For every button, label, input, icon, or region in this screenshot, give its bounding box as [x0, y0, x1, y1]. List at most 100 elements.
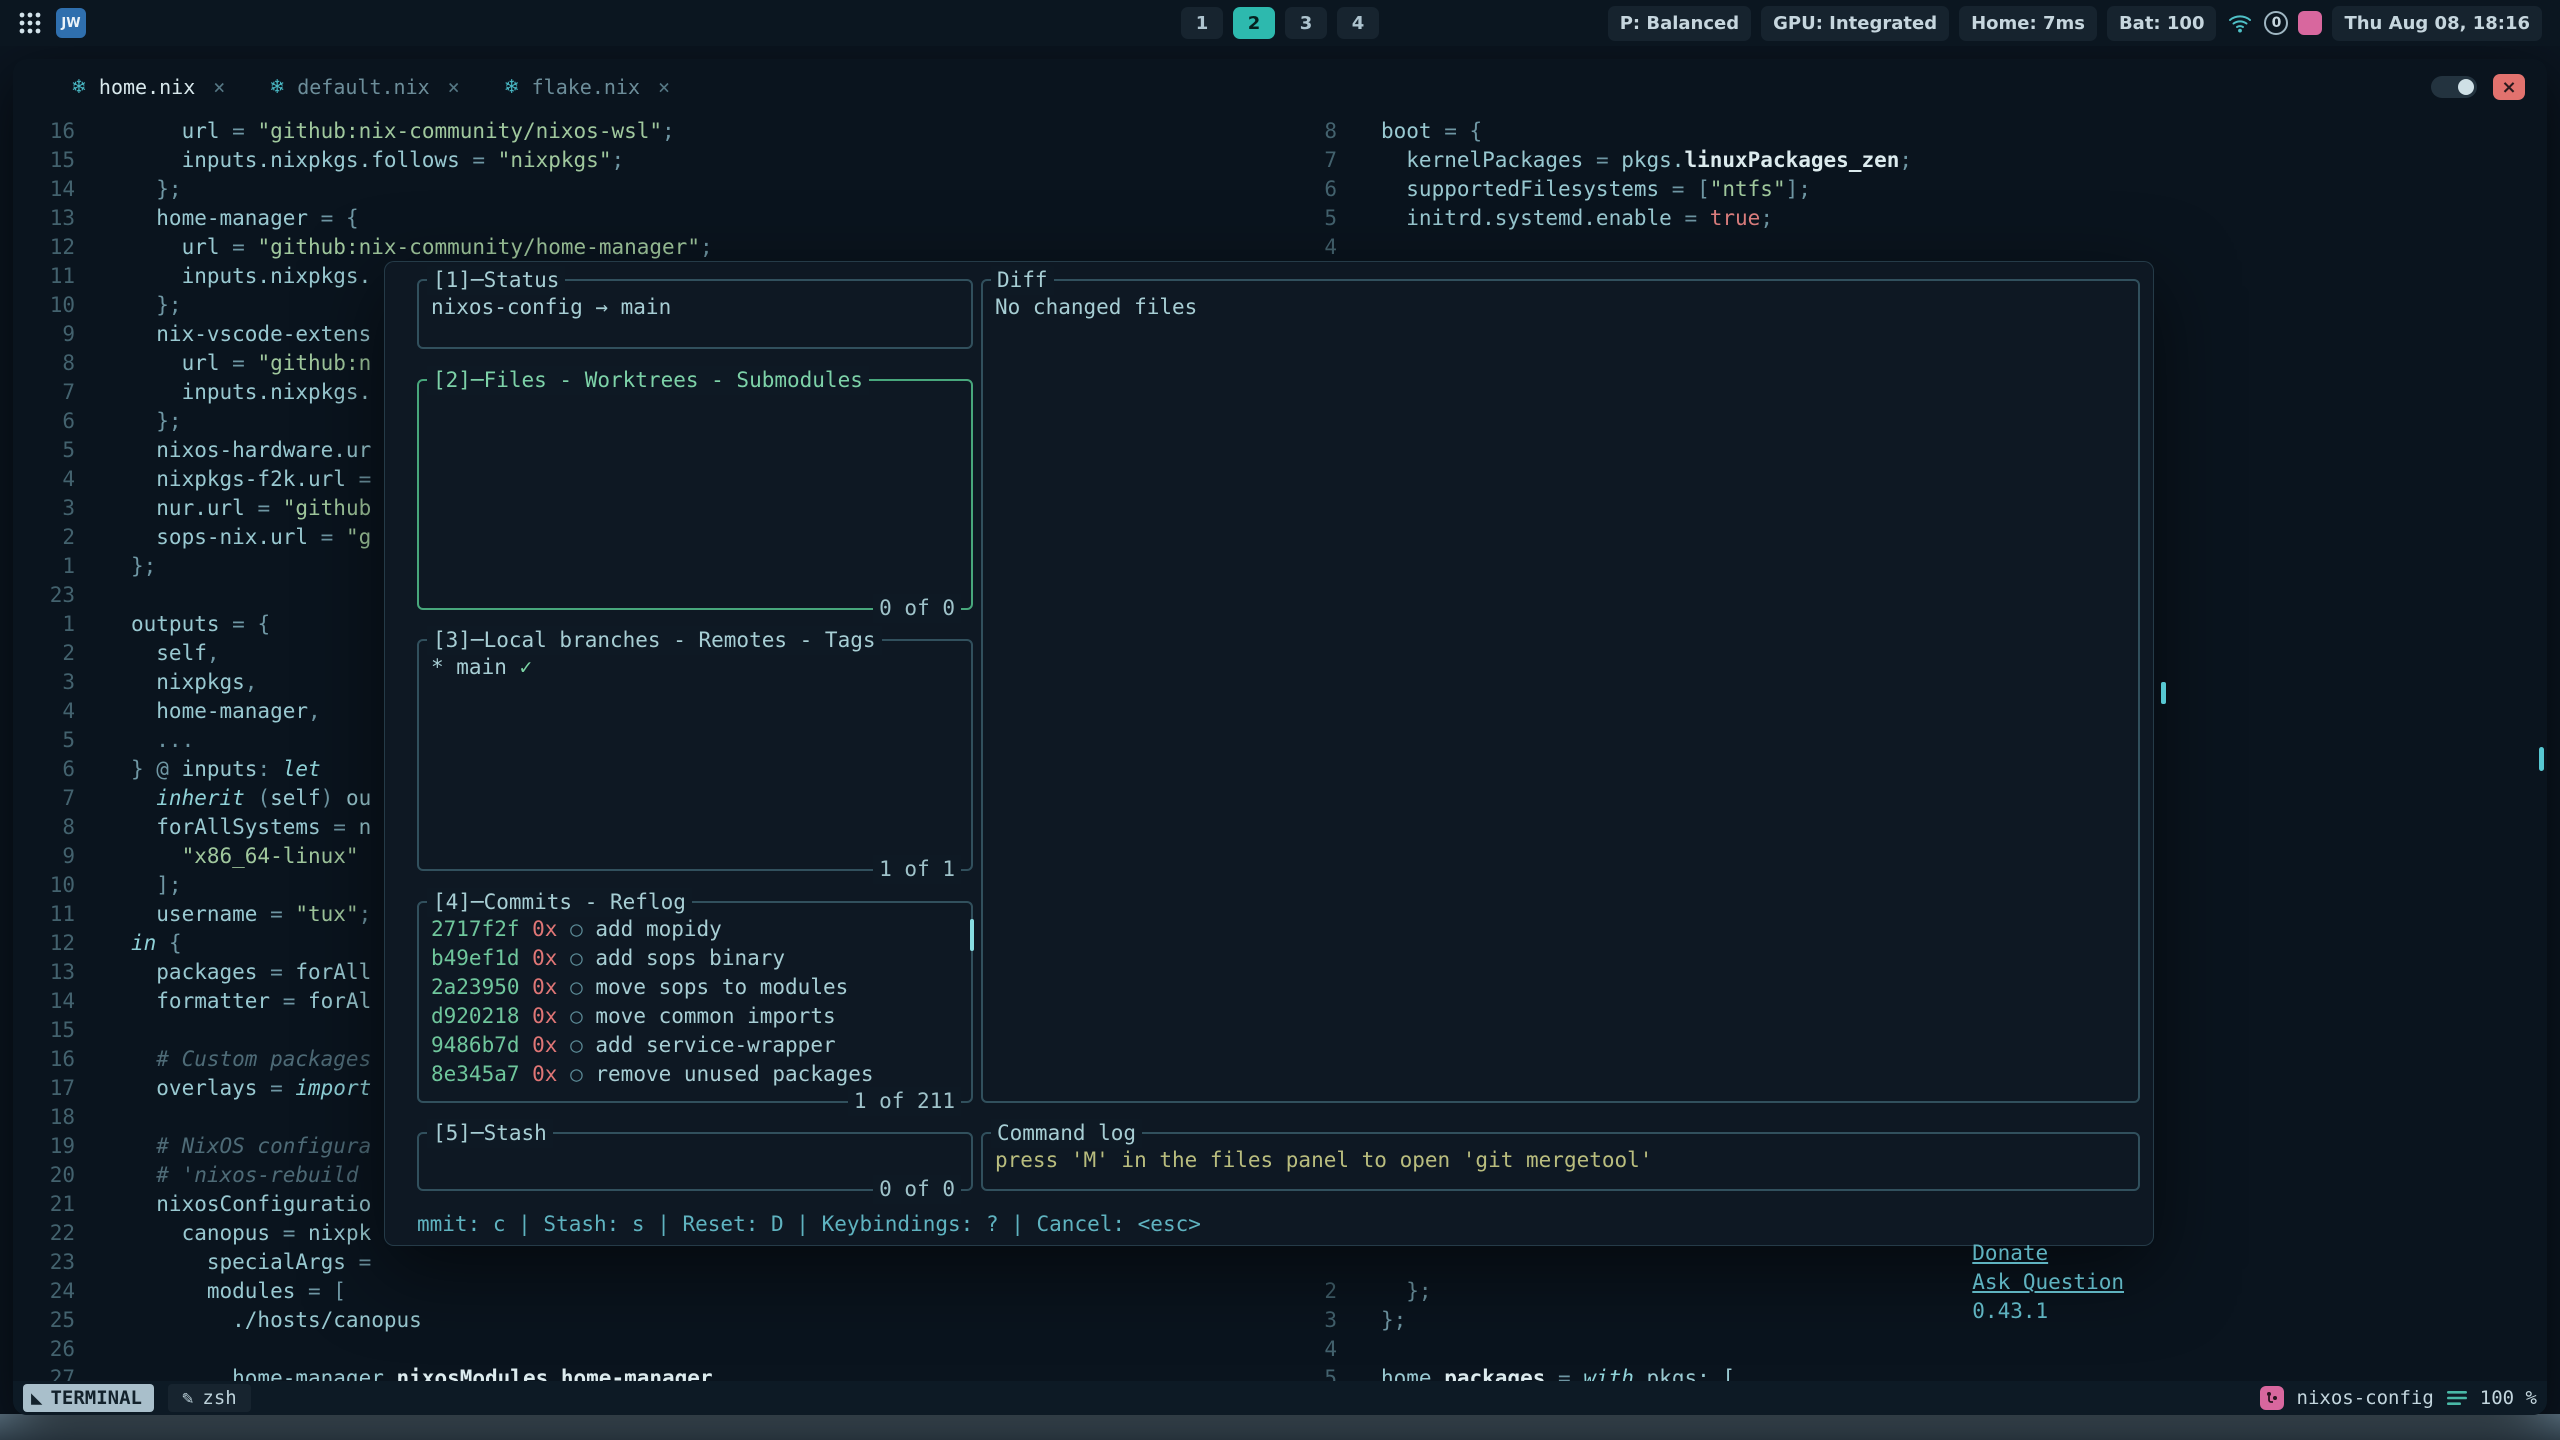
terminal-window: ❄ home.nix × ❄ default.nix × ❄ flake.nix…: [13, 59, 2547, 1415]
repo-name: nixos-config: [2297, 1387, 2434, 1409]
lazygit-command-log-panel[interactable]: Command log press 'M' in the files panel…: [981, 1132, 2140, 1191]
line-number: 14: [13, 987, 75, 1016]
pink-indicator-icon[interactable]: [2298, 11, 2322, 35]
branch-check-icon: ✓: [507, 655, 532, 679]
mode-icon: ◣: [31, 1387, 42, 1409]
notifications-badge[interactable]: 0: [2264, 11, 2288, 35]
line-number: 13: [13, 958, 75, 987]
line-number: 7: [13, 784, 75, 813]
line-number: 16: [13, 117, 75, 146]
shell-icon: ✎: [182, 1387, 193, 1409]
commit-row[interactable]: 8e345a7 0x ○ remove unused packages: [431, 1060, 959, 1089]
commit-message: remove unused packages: [583, 1062, 874, 1086]
commit-node-icon: ○: [557, 917, 582, 941]
line-number: 5: [1301, 204, 1337, 233]
commit-hash: 2a23950: [431, 975, 520, 999]
commit-hash: 8e345a7: [431, 1062, 520, 1086]
line-number: 6: [13, 407, 75, 436]
shell-label: zsh: [202, 1387, 236, 1409]
line-number: 3: [13, 668, 75, 697]
code-line: 6 supportedFilesystems = ["ntfs"];: [1301, 175, 2547, 204]
apps-grid-icon[interactable]: [18, 11, 42, 35]
line-number: 21: [13, 1190, 75, 1219]
line-number: 4: [13, 697, 75, 726]
panel-title: [3]─Local branches - Remotes - Tags: [427, 626, 882, 655]
commit-row[interactable]: 2a23950 0x ○ move sops to modules: [431, 973, 959, 1002]
line-number: 6: [1301, 175, 1337, 204]
line-number: 16: [13, 1045, 75, 1074]
nix-snowflake-icon: ❄: [504, 76, 520, 98]
commit-row[interactable]: b49ef1d 0x ○ add sops binary: [431, 944, 959, 973]
mode-label: TERMINAL: [50, 1387, 142, 1409]
nix-snowflake-icon: ❄: [269, 76, 285, 98]
panel-title: [1]─Status: [427, 266, 565, 295]
lazygit-diff-panel[interactable]: Diff No changed files: [981, 279, 2140, 1103]
commit-row[interactable]: 9486b7d 0x ○ add service-wrapper: [431, 1031, 959, 1060]
commit-tag: 0x: [520, 1062, 558, 1086]
commit-message: add mopidy: [583, 917, 722, 941]
scroll-lines-icon[interactable]: [2447, 1390, 2467, 1406]
panel-count: 1 of 1: [873, 855, 961, 884]
ping-chip[interactable]: Home: 7ms: [1959, 6, 2097, 41]
scroll-percent: 100 %: [2480, 1387, 2537, 1409]
line-number: 24: [13, 1277, 75, 1306]
ask-question-link[interactable]: Ask Question: [1972, 1270, 2124, 1294]
code-line: 15 inputs.nixpkgs.follows = "nixpkgs";: [13, 146, 1301, 175]
line-number: 8: [1301, 117, 1337, 146]
lazygit-branches-panel[interactable]: [3]─Local branches - Remotes - Tags * ma…: [417, 639, 973, 871]
code-line: 5 initrd.systemd.enable = true;: [1301, 204, 2547, 233]
line-number: 17: [13, 1074, 75, 1103]
line-number: 2: [13, 523, 75, 552]
lazygit-stash-panel[interactable]: [5]─Stash 0 of 0: [417, 1132, 973, 1191]
workspace-4[interactable]: 4: [1337, 7, 1379, 39]
tab-close-icon[interactable]: ×: [658, 75, 670, 99]
commit-message: move sops to modules: [583, 975, 849, 999]
tab-close-icon[interactable]: ×: [213, 75, 225, 99]
line-number: 26: [13, 1335, 75, 1364]
line-number: 11: [13, 900, 75, 929]
battery-chip[interactable]: Bat: 100: [2107, 6, 2217, 41]
popup-scrollbar-thumb[interactable]: [2161, 682, 2166, 704]
line-number: 14: [13, 175, 75, 204]
commit-node-icon: ○: [557, 975, 582, 999]
lazygit-commits-panel[interactable]: [4]─Commits - Reflog 2717f2f 0x ○ add mo…: [417, 901, 973, 1103]
commit-tag: 0x: [520, 1004, 558, 1028]
wifi-icon[interactable]: [2228, 12, 2252, 34]
lazygit-status-panel[interactable]: [1]─Status nixos-config → main: [417, 279, 973, 349]
tab-bar: ❄ home.nix × ❄ default.nix × ❄ flake.nix…: [13, 59, 2547, 107]
tab-label: home.nix: [99, 75, 195, 99]
nix-snowflake-icon: ❄: [71, 76, 87, 98]
editor-scrollbar-thumb[interactable]: [2539, 747, 2544, 771]
commits-scrollbar-thumb[interactable]: [970, 919, 974, 951]
top-status-bar: JW 1 2 3 4 P: Balanced GPU: Integrated H…: [0, 0, 2560, 46]
workspace-3[interactable]: 3: [1285, 7, 1327, 39]
branch-name: * main: [431, 655, 507, 679]
line-number: 13: [13, 204, 75, 233]
donate-link[interactable]: Donate: [1972, 1241, 2048, 1265]
shell-tab[interactable]: ✎ zsh: [168, 1384, 251, 1412]
tab-close-icon[interactable]: ×: [448, 75, 460, 99]
tab-default-nix[interactable]: ❄ default.nix ×: [269, 75, 459, 99]
lazygit-files-panel[interactable]: [2]─Files - Worktrees - Submodules 0 of …: [417, 379, 973, 610]
line-number: 22: [13, 1219, 75, 1248]
gpu-chip[interactable]: GPU: Integrated: [1761, 6, 1949, 41]
tab-home-nix[interactable]: ❄ home.nix ×: [71, 75, 225, 99]
clock[interactable]: Thu Aug 08, 18:16: [2332, 6, 2542, 41]
workspace-2-active[interactable]: 2: [1233, 7, 1275, 39]
window-close-button[interactable]: ×: [2493, 74, 2525, 100]
line-number: 19: [13, 1132, 75, 1161]
commit-row[interactable]: d920218 0x ○ move common imports: [431, 1002, 959, 1031]
tab-flake-nix[interactable]: ❄ flake.nix ×: [504, 75, 670, 99]
line-number: 25: [13, 1306, 75, 1335]
workspace-1[interactable]: 1: [1181, 7, 1223, 39]
commit-row[interactable]: 2717f2f 0x ○ add mopidy: [431, 915, 959, 944]
terminal-status-bar: ◣ TERMINAL ✎ zsh nixos-config: [13, 1381, 2547, 1415]
toggle-switch[interactable]: [2431, 76, 2477, 98]
keybind-hints: mmit: c | Stash: s | Reset: D | Keybindi…: [417, 1210, 1201, 1355]
code-line: 8boot = {: [1301, 117, 2547, 146]
commit-node-icon: ○: [557, 1033, 582, 1057]
user-logo[interactable]: JW: [56, 8, 86, 38]
branch-row[interactable]: * main ✓: [431, 653, 959, 682]
power-profile-chip[interactable]: P: Balanced: [1608, 6, 1751, 41]
panel-title: [4]─Commits - Reflog: [427, 888, 692, 917]
